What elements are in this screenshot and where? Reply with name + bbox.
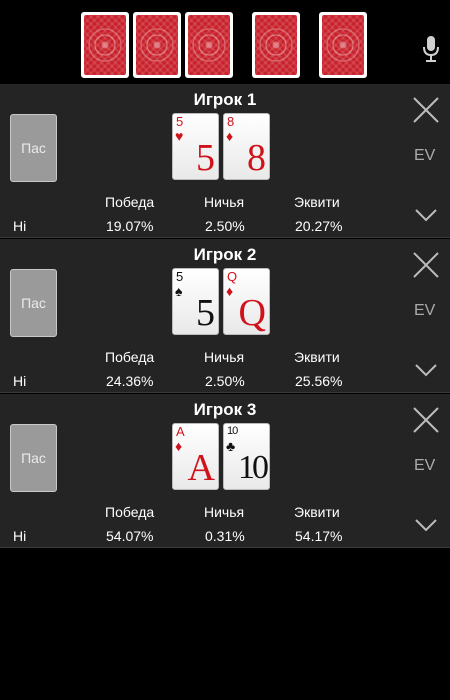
win-value: 24.36%: [106, 373, 154, 389]
win-label: Победа: [105, 504, 155, 520]
equity-label: Эквити: [294, 349, 340, 365]
equity-value: 20.27%: [295, 218, 343, 234]
hole-card-2[interactable]: 8 ♦ 8: [223, 113, 270, 180]
diamond-icon: ♦: [226, 283, 234, 299]
board-card-1[interactable]: [81, 12, 129, 78]
player-panel-2: Игрок 2 Пас 5 ♠ 5 Q ♦ Q EV Победа Ничья …: [0, 239, 450, 393]
tie-value: 0.31%: [205, 528, 245, 544]
tie-value: 2.50%: [205, 373, 245, 389]
card-rank-small: 10: [227, 425, 238, 437]
player-panel-3: Игрок 3 Пас A ♦ A 10 ♣ 10 EV Победа Ничь…: [0, 394, 450, 548]
card-back: [136, 15, 178, 75]
close-icon[interactable]: [412, 406, 440, 434]
win-label: Победа: [105, 349, 155, 365]
board: [0, 0, 450, 84]
card-rank-large: 8: [247, 137, 266, 179]
card-rank-small: 5: [176, 269, 184, 284]
card-rank-large: 5: [196, 137, 215, 179]
hole-card-1[interactable]: 5 ♠ 5: [172, 268, 219, 335]
tie-label: Ничья: [204, 194, 245, 210]
heart-icon: ♥: [175, 128, 184, 144]
tie-label: Ничья: [204, 504, 245, 520]
equity-label: Эквити: [294, 504, 340, 520]
card-rank-small: A: [176, 424, 185, 439]
win-value: 54.07%: [106, 528, 154, 544]
card-back: [84, 15, 126, 75]
hand-type: Hi: [13, 218, 27, 234]
board-card-5[interactable]: [319, 12, 367, 78]
tie-value: 2.50%: [205, 218, 245, 234]
player-title: Игрок 2: [193, 245, 257, 264]
player-title: Игрок 1: [193, 90, 257, 109]
diamond-icon: ♦: [175, 438, 183, 454]
hand-type: Hi: [13, 373, 27, 389]
microphone-icon[interactable]: [421, 34, 441, 64]
win-label: Победа: [105, 194, 155, 210]
hole-card-2[interactable]: Q ♦ Q: [223, 268, 270, 335]
equity-value: 25.56%: [295, 373, 343, 389]
spade-icon: ♠: [175, 283, 183, 299]
fold-button[interactable]: Пас: [10, 424, 57, 492]
hole-card-1[interactable]: 5 ♥ 5: [172, 113, 219, 180]
card-rank-small: Q: [227, 269, 238, 284]
fold-button[interactable]: Пас: [10, 114, 57, 182]
close-icon[interactable]: [412, 96, 440, 124]
tie-label: Ничья: [204, 349, 245, 365]
ev-button[interactable]: EV: [414, 302, 435, 320]
board-card-2[interactable]: [133, 12, 181, 78]
close-icon[interactable]: [412, 251, 440, 279]
card-back: [255, 15, 297, 75]
chevron-down-icon[interactable]: [414, 518, 438, 532]
club-icon: ♣: [226, 438, 236, 454]
hand-type: Hi: [13, 528, 27, 544]
player-title: Игрок 3: [193, 400, 257, 419]
fold-button[interactable]: Пас: [10, 269, 57, 337]
card-rank-large: A: [187, 447, 215, 489]
chevron-down-icon[interactable]: [414, 208, 438, 222]
card-rank-small: 8: [227, 114, 235, 129]
diamond-icon: ♦: [226, 128, 234, 144]
card-rank-large: 5: [196, 292, 215, 334]
win-value: 19.07%: [106, 218, 154, 234]
card-rank-small: 5: [176, 114, 184, 129]
card-back: [188, 15, 230, 75]
equity-value: 54.17%: [295, 528, 343, 544]
equity-label: Эквити: [294, 194, 340, 210]
chevron-down-icon[interactable]: [414, 363, 438, 377]
board-card-4[interactable]: [252, 12, 300, 78]
hole-card-1[interactable]: A ♦ A: [172, 423, 219, 490]
player-panel-1: Игрок 1 Пас 5 ♥ 5 8 ♦ 8 EV Победа Ничья …: [0, 84, 450, 238]
hole-card-2[interactable]: 10 ♣ 10: [223, 423, 270, 490]
board-card-3[interactable]: [185, 12, 233, 78]
card-rank-large: Q: [238, 292, 266, 334]
card-back: [322, 15, 364, 75]
ev-button[interactable]: EV: [414, 457, 435, 475]
ev-button[interactable]: EV: [414, 147, 435, 165]
card-rank-large: 10: [238, 449, 269, 486]
